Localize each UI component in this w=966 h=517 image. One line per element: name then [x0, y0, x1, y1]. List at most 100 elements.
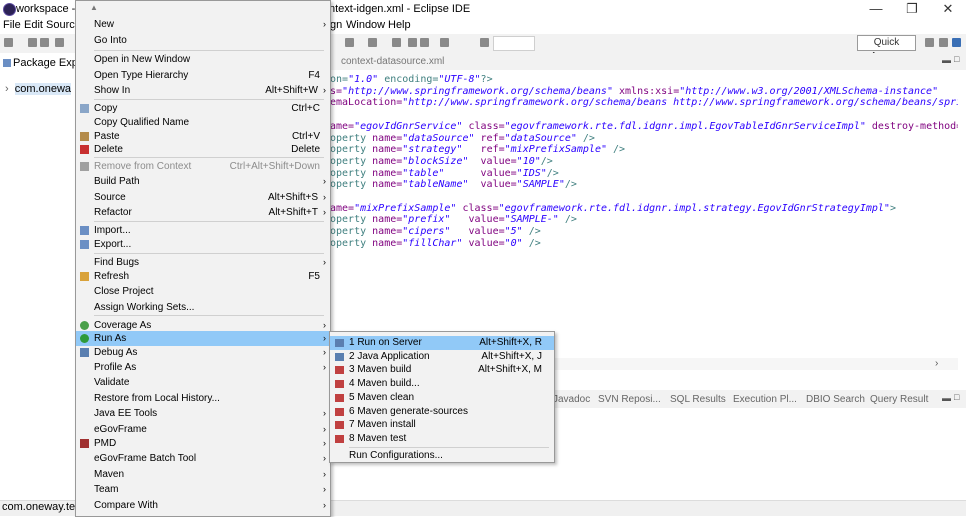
- java-ee-perspective-icon[interactable]: [952, 38, 961, 47]
- menu-item-restore-from-local-history[interactable]: Restore from Local History...: [76, 391, 330, 406]
- code-line: s="http://www.springframework.org/schema…: [330, 85, 939, 97]
- menu-item-new[interactable]: New ›: [76, 17, 330, 32]
- perspective-icon[interactable]: [939, 38, 948, 47]
- menu-separator: [94, 50, 324, 51]
- menu-design[interactable]: gn: [330, 19, 342, 31]
- quick-access-field[interactable]: Quick Access: [857, 35, 916, 62]
- tab-dbio-search[interactable]: DBIO Search: [806, 394, 865, 405]
- minimize-button[interactable]: —: [863, 1, 889, 17]
- tab-query-result[interactable]: Query Result: [870, 394, 928, 405]
- maximize-button[interactable]: ❐: [899, 1, 925, 17]
- menu-item-show-in[interactable]: Show In Alt+Shift+W ›: [76, 83, 330, 98]
- submenu-item-run-configurations[interactable]: Run Configurations...: [330, 449, 554, 463]
- menu-item-maven[interactable]: Maven ›: [76, 467, 330, 482]
- submenu-item-5-maven-clean[interactable]: 5 Maven clean: [330, 391, 554, 405]
- menu-file[interactable]: File: [3, 19, 21, 31]
- remove-context-icon: [80, 162, 89, 171]
- close-button[interactable]: ✕: [935, 1, 961, 17]
- maven-icon: [335, 408, 344, 416]
- menu-item-label: Show In: [94, 85, 131, 96]
- toolbar-icon[interactable]: [392, 38, 401, 47]
- submenu-item-1-run-on-server[interactable]: 1 Run on Server Alt+Shift+X, R: [330, 336, 554, 350]
- menu-item-export[interactable]: Export...: [76, 237, 330, 252]
- save-icon[interactable]: [28, 38, 37, 47]
- menu-item-java-ee-tools[interactable]: Java EE Tools ›: [76, 406, 330, 421]
- export-icon: [80, 240, 89, 249]
- tab-javadoc[interactable]: Javadoc: [553, 394, 590, 405]
- submenu-item-4-maven-build[interactable]: 4 Maven build...: [330, 377, 554, 391]
- menu-item-import[interactable]: Import...: [76, 223, 330, 238]
- xml-editor[interactable]: on="1.0" encoding="UTF-8"?> s="http://www…: [330, 70, 958, 370]
- expand-chevron-icon[interactable]: ›: [5, 83, 15, 95]
- submenu-item-8-maven-test[interactable]: 8 Maven test: [330, 432, 554, 446]
- menu-item-debug-as[interactable]: Debug As ›: [76, 345, 330, 360]
- scroll-up-icon[interactable]: ▲: [90, 3, 98, 12]
- maximize-editor-icon[interactable]: □: [954, 54, 959, 64]
- menu-item-assign-working-sets[interactable]: Assign Working Sets...: [76, 300, 330, 315]
- project-tree-item[interactable]: › com.onewa: [5, 83, 72, 95]
- save-all-icon[interactable]: [40, 38, 49, 47]
- tab-sql-results[interactable]: SQL Results: [670, 394, 726, 405]
- tab-execution-plan[interactable]: Execution Pl...: [733, 394, 797, 405]
- submenu-item-7-maven-install[interactable]: 7 Maven install: [330, 418, 554, 432]
- menu-help[interactable]: Help: [388, 19, 411, 31]
- forward-icon[interactable]: [420, 38, 429, 47]
- menu-item-label: Find Bugs: [94, 257, 140, 268]
- menu-item-refresh[interactable]: Refresh F5: [76, 269, 330, 284]
- menu-item-egovframe[interactable]: eGovFrame ›: [76, 422, 330, 437]
- debug-icon: [80, 348, 89, 357]
- submenu-item-2-java-application[interactable]: 2 Java Application Alt+Shift+X, J: [330, 350, 554, 364]
- menu-item-label: Team: [94, 484, 119, 495]
- menu-item-build-path[interactable]: Build Path ›: [76, 174, 330, 189]
- menu-item-label: Open in New Window: [94, 54, 191, 65]
- maximize-panel-icon[interactable]: □: [954, 392, 959, 402]
- toolbar-icon[interactable]: [440, 38, 449, 47]
- toolbar-icon[interactable]: [368, 38, 377, 47]
- menu-window[interactable]: Window: [346, 19, 385, 31]
- grid-icon[interactable]: [480, 38, 489, 47]
- menu-item-close-project[interactable]: Close Project: [76, 284, 330, 299]
- menu-item-open-in-new-window[interactable]: Open in New Window: [76, 52, 330, 67]
- submenu-item-3-maven-build[interactable]: 3 Maven build Alt+Shift+X, M: [330, 363, 554, 377]
- minimize-editor-icon[interactable]: ▬: [942, 55, 951, 65]
- menu-separator: [94, 99, 324, 100]
- editor-tab-context-datasource[interactable]: context-datasource.xml: [341, 56, 444, 67]
- code-line: operty name="cipers" value="5" />: [330, 226, 541, 238]
- menu-item-profile-as[interactable]: Profile As ›: [76, 360, 330, 375]
- submenu-arrow-icon: ›: [323, 347, 326, 357]
- menu-item-pmd[interactable]: PMD ›: [76, 436, 330, 451]
- menu-item-label: Java EE Tools: [94, 408, 158, 419]
- coverage-icon: [80, 321, 89, 330]
- menu-item-label: Run As: [94, 333, 127, 344]
- toolbar-icon[interactable]: [55, 38, 64, 47]
- toolbar-icon[interactable]: [345, 38, 354, 47]
- menu-item-validate[interactable]: Validate: [76, 375, 330, 390]
- open-perspective-icon[interactable]: [925, 38, 934, 47]
- menu-item-compare-with[interactable]: Compare With ›: [76, 498, 330, 513]
- maven-icon: [335, 394, 344, 402]
- menu-item-egovframe-batch-tool[interactable]: eGovFrame Batch Tool ›: [76, 451, 330, 466]
- menu-item-delete[interactable]: Delete Delete: [76, 142, 330, 157]
- menu-item-go-into[interactable]: Go Into: [76, 33, 330, 48]
- new-icon[interactable]: [4, 38, 13, 47]
- minimize-panel-icon[interactable]: ▬: [942, 393, 951, 403]
- menu-item-source[interactable]: Source Alt+Shift+S ›: [76, 190, 330, 205]
- menu-item-run-as[interactable]: Run As ›: [76, 331, 330, 346]
- menu-item-label: Maven: [94, 469, 125, 480]
- menu-item-open-type-hierarchy[interactable]: Open Type Hierarchy F4: [76, 68, 330, 83]
- menu-item-copy-qualified-name[interactable]: Copy Qualified Name: [76, 115, 330, 130]
- submenu-item-label: 1 Run on Server: [349, 337, 422, 348]
- toolbar-combo[interactable]: [493, 36, 535, 51]
- scroll-right-icon[interactable]: ›: [935, 358, 938, 369]
- menu-item-team[interactable]: Team ›: [76, 482, 330, 497]
- submenu-item-6-maven-generate-sources[interactable]: 6 Maven generate-sources: [330, 405, 554, 419]
- menu-item-label: Refresh: [94, 271, 130, 282]
- menu-edit[interactable]: Edit: [24, 19, 43, 31]
- menu-item-label: Close Project: [94, 286, 154, 297]
- menu-item-refactor[interactable]: Refactor Alt+Shift+T ›: [76, 205, 330, 220]
- menu-item-copy[interactable]: Copy Ctrl+C: [76, 101, 330, 116]
- back-icon[interactable]: [408, 38, 417, 47]
- delete-icon: [80, 145, 89, 154]
- menu-item-find-bugs[interactable]: Find Bugs ›: [76, 255, 330, 270]
- tab-svn-repositories[interactable]: SVN Reposi...: [598, 394, 661, 405]
